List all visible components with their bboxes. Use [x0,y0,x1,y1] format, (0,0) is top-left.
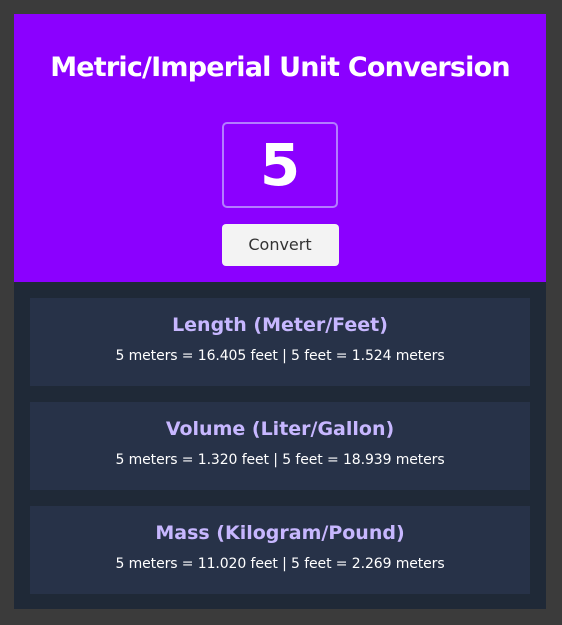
volume-result-title: Volume (Liter/Gallon) [165,418,395,440]
volume-result-card: Volume (Liter/Gallon) 5 meters = 1.320 f… [30,402,530,490]
conversion-results: Length (Meter/Feet) 5 meters = 16.405 fe… [14,282,546,609]
mass-result-text: 5 meters = 11.020 feet | 5 feet = 2.269 … [115,556,445,572]
mass-result-card: Mass (Kilogram/Pound) 5 meters = 11.020 … [30,506,530,594]
mass-result-title: Mass (Kilogram/Pound) [155,522,405,544]
page-title: Metric/Imperial Unit Conversion [50,52,510,83]
length-result-card: Length (Meter/Feet) 5 meters = 16.405 fe… [30,298,530,386]
length-result-text: 5 meters = 16.405 feet | 5 feet = 1.524 … [115,348,445,364]
number-input[interactable] [222,122,338,208]
convert-button[interactable]: Convert [221,224,339,266]
length-result-title: Length (Meter/Feet) [172,314,388,336]
unit-converter-app: Metric/Imperial Unit Conversion Convert … [14,14,546,609]
volume-result-text: 5 meters = 1.320 feet | 5 feet = 18.939 … [115,452,445,468]
converter-header: Metric/Imperial Unit Conversion Convert [14,14,546,282]
